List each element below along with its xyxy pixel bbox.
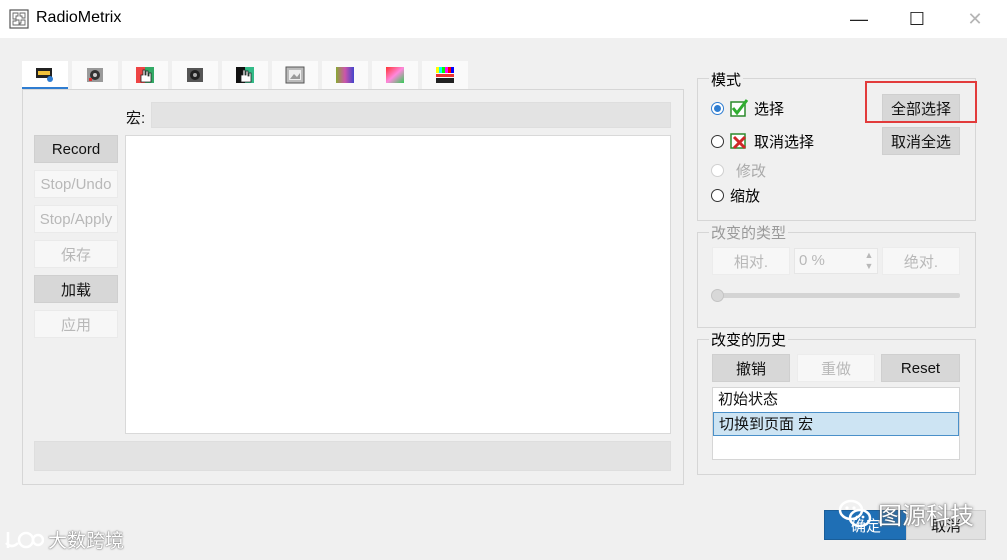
change-type-group-title: 改变的类型 [709, 222, 789, 243]
apply-button[interactable]: 应用 [34, 310, 118, 338]
stop-apply-button[interactable]: Stop/Apply [34, 205, 118, 233]
highlight-annotation [865, 81, 977, 123]
relative-button[interactable]: 相对. [712, 247, 790, 275]
absolute-button[interactable]: 绝对. [882, 247, 960, 275]
minimize-icon: — [850, 8, 868, 29]
mode-scale-option[interactable]: 缩放 [711, 185, 760, 205]
hand-color-icon [136, 67, 154, 83]
macro-label: 宏: [126, 110, 146, 127]
mode-deselect-option[interactable]: 取消选择 [711, 131, 814, 151]
color-square-icon [386, 67, 404, 83]
tab-gradient-strip[interactable] [322, 61, 368, 89]
percent-spinbox[interactable]: 0 % ▲ ▼ [794, 248, 878, 274]
history-item-selected[interactable]: 切换到页面 宏 [713, 412, 959, 436]
mode-select-option[interactable]: 选择 [711, 98, 784, 118]
tab-settings[interactable] [72, 61, 118, 89]
change-slider-track[interactable] [713, 293, 960, 298]
tab-color-square[interactable] [372, 61, 418, 89]
scale-label: 缩放 [730, 187, 761, 205]
watermark-logo-icon [5, 531, 44, 548]
history-list[interactable]: 初始状态 切换到页面 宏 [712, 387, 960, 460]
gear-settings-icon [87, 68, 103, 82]
gradient-strip-icon [336, 67, 354, 83]
modify-radio[interactable] [711, 163, 724, 177]
tab-gear-dark[interactable] [172, 61, 218, 89]
select-radio[interactable] [711, 101, 724, 115]
maximize-icon: ☐ [908, 8, 926, 29]
app-icon [9, 9, 29, 29]
maximize-button[interactable]: ☐ [888, 0, 946, 38]
modify-label: 修改 [736, 162, 767, 180]
select-label: 选择 [754, 100, 785, 118]
wechat-icon [838, 499, 872, 527]
save-button[interactable]: 保存 [34, 240, 118, 268]
history-group-title: 改变的历史 [709, 329, 789, 350]
color-bars-icon [436, 67, 454, 83]
tab-hand-gradient[interactable] [222, 61, 268, 89]
checkmark-select-icon [730, 98, 749, 117]
close-button[interactable]: ✕ [946, 0, 1004, 38]
stop-undo-button[interactable]: Stop/Undo [34, 170, 118, 198]
window-title: RadioMetrix [36, 9, 122, 26]
mode-group-title: 模式 [709, 69, 744, 90]
deselect-label: 取消选择 [754, 133, 815, 151]
change-slider-thumb[interactable] [711, 289, 724, 302]
close-icon: ✕ [967, 8, 983, 29]
undo-button[interactable]: 撤销 [712, 354, 790, 382]
redo-button[interactable]: 重做 [797, 354, 875, 382]
macro-status-bar [34, 441, 671, 471]
watermark-left-text: 大数跨境 [48, 531, 125, 552]
load-button[interactable]: 加载 [34, 275, 118, 303]
tab-record[interactable] [22, 61, 68, 89]
percent-value: 0 % [799, 252, 825, 269]
scale-radio[interactable] [711, 188, 724, 202]
tab-color-bars[interactable] [422, 61, 468, 89]
macro-name-field[interactable] [151, 102, 671, 128]
tab-hand-color[interactable] [122, 61, 168, 89]
watermark-right-text: 图源科技 [878, 503, 974, 530]
deselect-all-button[interactable]: 取消全选 [882, 127, 960, 155]
hand-gradient-icon [236, 67, 254, 83]
gear-dark-icon [187, 68, 203, 82]
cross-deselect-icon [730, 132, 747, 149]
mode-modify-option[interactable]: 修改 [711, 160, 766, 180]
watermark-right: 图源科技 [838, 496, 974, 531]
image-preview-icon [285, 66, 305, 84]
reset-button[interactable]: Reset [881, 354, 960, 382]
history-item[interactable]: 初始状态 [713, 388, 959, 412]
title-bar: RadioMetrix — ☐ ✕ [0, 0, 1007, 38]
spin-arrows-icon[interactable]: ▲ ▼ [862, 250, 876, 272]
tab-image-preview[interactable] [272, 61, 318, 89]
record-button[interactable]: Record [34, 135, 118, 163]
macro-editor[interactable] [125, 135, 671, 434]
deselect-radio[interactable] [711, 134, 724, 148]
minimize-button[interactable]: — [830, 0, 888, 38]
watermark-left: 大数跨境 [4, 526, 124, 553]
camera-record-icon [36, 68, 53, 82]
